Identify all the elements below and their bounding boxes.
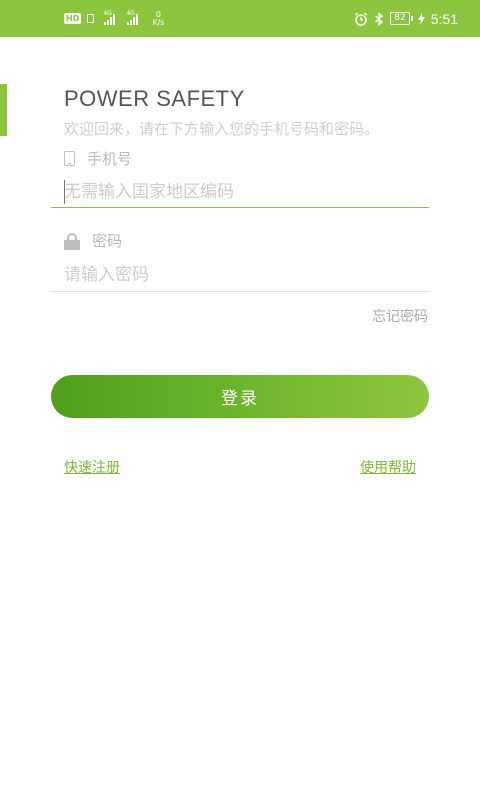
- login-button[interactable]: 登录: [51, 375, 429, 418]
- phone-field-label: 手机号: [64, 148, 132, 169]
- forgot-password-link[interactable]: 忘记密码: [372, 306, 428, 326]
- password-field-label: 密码: [64, 230, 122, 251]
- network-type-label: 4G: [126, 9, 135, 17]
- password-input-underline: [51, 291, 429, 292]
- network-speed-unit: K/s: [152, 17, 165, 27]
- page-accent-bar: [0, 84, 7, 136]
- help-link[interactable]: 使用帮助: [360, 457, 416, 477]
- bluetooth-icon: [375, 11, 384, 26]
- network-type-label: 4G: [103, 9, 112, 17]
- sim-icon: [87, 14, 95, 23]
- clock: 5:51: [430, 10, 458, 27]
- alarm-icon: [354, 11, 368, 26]
- app-title: POWER SAFETY: [64, 86, 245, 111]
- battery-icon: 82: [390, 12, 414, 25]
- phone-icon: [64, 151, 75, 166]
- phone-label-text: 手机号: [87, 150, 133, 168]
- phone-input-underline: [51, 207, 429, 208]
- network-speed: 0 K/s: [152, 10, 165, 27]
- welcome-subtitle: 欢迎回来，请在下方输入您的手机号码和密码。: [64, 120, 380, 138]
- status-bar: HD 4G 4G 0 K/s 82 5:51: [0, 0, 480, 37]
- password-input[interactable]: [51, 257, 429, 293]
- signal-icon: 4G: [126, 9, 139, 25]
- quick-register-link[interactable]: 快速注册: [64, 457, 120, 477]
- status-bar-left: HD 4G 4G 0 K/s: [64, 9, 165, 27]
- hd-icon: HD: [64, 13, 82, 24]
- charging-icon: [417, 12, 425, 25]
- phone-input[interactable]: [51, 174, 429, 210]
- lock-icon: [64, 232, 80, 250]
- password-label-text: 密码: [92, 232, 123, 250]
- text-cursor: [64, 180, 65, 204]
- signal-icon: 4G: [103, 9, 116, 25]
- status-bar-right: 82 5:51: [354, 11, 458, 27]
